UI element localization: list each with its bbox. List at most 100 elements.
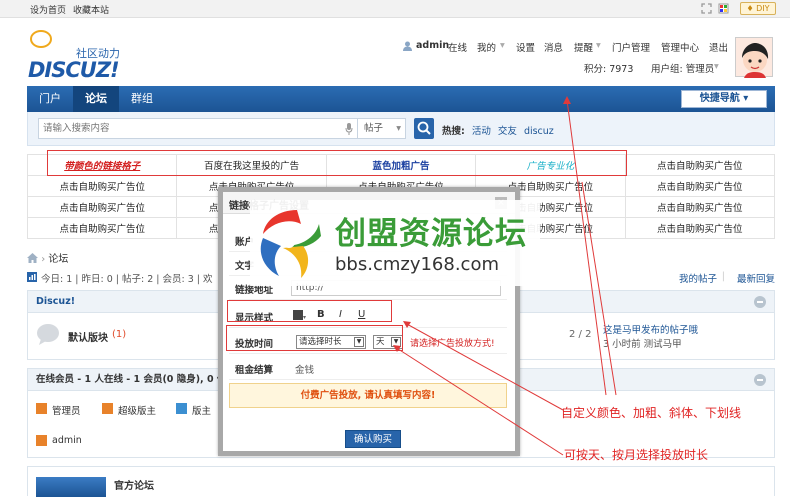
avatar-face-icon	[742, 43, 769, 78]
my-menu[interactable]: 我的	[477, 40, 496, 54]
notices-link[interactable]: 提醒	[574, 40, 593, 54]
watermark-logo-icon	[260, 210, 321, 278]
nav-item-portal[interactable]: 门户	[27, 86, 73, 112]
microphone-icon[interactable]	[345, 123, 353, 135]
ad-buy-slot: 点击自助购买广告位	[657, 161, 743, 172]
user-group[interactable]: 用户组: 管理员	[651, 61, 714, 75]
set-homepage-link[interactable]: 设为首页	[30, 3, 66, 16]
quick-nav-button[interactable]: 快捷导航 ▾	[681, 90, 767, 108]
logo-bubble-icon	[30, 30, 52, 48]
online-member-link[interactable]: admin	[52, 435, 82, 446]
my-menu-caret-icon[interactable]: ▾	[500, 40, 505, 51]
style-palette-icon[interactable]	[718, 3, 729, 14]
ad-cell[interactable]: 点击自助购买广告位	[624, 175, 776, 197]
my-posts-link[interactable]: 我的帖子	[679, 271, 717, 285]
diy-button[interactable]: ♦ DIY	[740, 2, 776, 15]
legend-super-moderator: 超级版主	[118, 406, 157, 417]
annotation-time-note: 可按天、按月选择投放时长	[564, 448, 709, 462]
breadcrumb-separator: ›	[41, 254, 46, 265]
legend-admin: 管理员	[52, 406, 81, 417]
username-link[interactable]: admin	[416, 40, 449, 51]
search-input[interactable]	[39, 119, 329, 138]
admin-role-icon	[36, 403, 47, 414]
search-icon	[417, 121, 431, 135]
hot-search: 热搜: 活动 交友 discuz	[442, 123, 554, 137]
ad-cell[interactable]: 点击自助购买广告位	[624, 154, 776, 176]
site-header: 社区动力 DISCUZ! admin 在线 我的 ▾ 设置 消息 提醒 ▾ 门户…	[0, 18, 790, 86]
highlight-box-style	[227, 300, 392, 322]
payment-method: 金钱	[295, 365, 315, 376]
search-type-label: 帖子	[364, 123, 384, 134]
category-title[interactable]: Discuz!	[36, 296, 75, 307]
paid-ad-notice: 付费广告投放, 请认真填写内容!	[229, 383, 507, 408]
highlight-box-ad-row	[47, 150, 627, 176]
breadcrumb-current[interactable]: 论坛	[48, 254, 68, 265]
breadcrumb: › 论坛	[27, 250, 68, 265]
ad-cell[interactable]: 点击自助购买广告位	[624, 217, 776, 239]
member-role-icon	[36, 435, 47, 446]
search-type-select[interactable]: 帖子 ▾	[358, 118, 406, 139]
super-mod-role-icon	[102, 403, 113, 414]
board-name-link[interactable]: 默认版块	[68, 329, 108, 344]
main-nav: 门户 论坛 群组 快捷导航 ▾	[27, 86, 775, 112]
ad-cell[interactable]: 点击自助购买广告位	[26, 217, 178, 239]
hot-item-friends[interactable]: 交友	[498, 126, 517, 137]
stats-divider: |	[721, 271, 725, 282]
site-logo[interactable]: DISCUZ!	[28, 58, 120, 82]
watermark-url: bbs.cmzy168.com	[335, 254, 500, 275]
collapse-icon[interactable]	[754, 374, 766, 386]
highlight-box-duration	[226, 325, 403, 351]
stats-chart-icon	[27, 272, 37, 282]
label-payment: 租金结算	[235, 365, 274, 376]
board-today-count: (1)	[112, 329, 127, 340]
bookmark-link[interactable]: 收藏本站	[73, 3, 109, 16]
nav-item-forum[interactable]: 论坛	[73, 86, 119, 112]
online-status: 在线	[448, 43, 468, 54]
collapse-icon[interactable]	[754, 296, 766, 308]
online-title: 在线会员 - 1 人在线 - 1 会员(0 隐身), 0 位	[36, 374, 227, 385]
mod-role-icon	[176, 403, 187, 414]
logout-link[interactable]: 退出	[709, 40, 728, 54]
ad-cell[interactable]: 点击自助购买广告位	[26, 196, 178, 218]
confirm-purchase-button[interactable]: 确认购买	[345, 430, 401, 448]
latest-reply-link[interactable]: 最新回复	[737, 271, 775, 285]
search-box	[38, 118, 358, 139]
user-group-caret-icon[interactable]: ▾	[714, 61, 719, 72]
chevron-down-icon: ▾	[396, 123, 401, 134]
hot-search-label: 热搜:	[442, 126, 465, 137]
username: admin	[416, 40, 450, 51]
annotation-style-note: 自定义颜色、加粗、斜体、下划线	[561, 406, 742, 420]
watermark-title: 创盟资源论坛	[335, 216, 527, 252]
messages-link[interactable]: 消息	[544, 40, 563, 54]
last-post-meta: 3 小时前 测试马甲	[603, 339, 682, 350]
stats-text: 今日: 1 | 昨日: 0 | 帖子: 2 | 会员: 3 | 欢	[41, 274, 213, 285]
nav-item-groups[interactable]: 群组	[119, 86, 165, 112]
last-post-link[interactable]: 这是马甲发布的帖子哦	[603, 322, 698, 336]
watermark: 创盟资源论坛 bbs.cmzy168.com	[250, 200, 540, 286]
user-points: 积分: 7973	[584, 64, 634, 75]
ad-cell[interactable]: 点击自助购买广告位	[26, 175, 178, 197]
search-bar: 帖子 ▾ 热搜: 活动 交友 discuz	[27, 112, 775, 146]
admin-center-link[interactable]: 管理中心	[661, 40, 699, 54]
board-thread-ratio: 2 / 2	[569, 329, 592, 340]
official-logo-icon	[36, 477, 106, 497]
search-button[interactable]	[414, 118, 434, 139]
official-forum-title[interactable]: 官方论坛	[114, 477, 154, 492]
hot-item-activity[interactable]: 活动	[472, 126, 491, 137]
ad-cell[interactable]: 点击自助购买广告位	[624, 196, 776, 218]
top-bar: 设为首页 收藏本站 ♦ DIY	[0, 0, 790, 18]
diy-label: DIY	[756, 4, 770, 13]
official-forum-panel: 官方论坛	[27, 466, 775, 497]
legend-moderator: 版主	[192, 406, 212, 417]
hot-item-discuz[interactable]: discuz	[524, 126, 554, 137]
duration-hint: 请选择广告投放方式!	[410, 339, 495, 349]
avatar[interactable]	[735, 37, 773, 78]
home-icon[interactable]	[27, 253, 38, 263]
quick-nav-label: 快捷导航	[699, 93, 740, 104]
notices-caret-icon[interactable]: ▾	[596, 40, 601, 51]
user-icon	[403, 41, 412, 51]
dialog-row-payment: 租金结算 金钱	[229, 356, 507, 380]
fullscreen-icon[interactable]	[701, 3, 712, 14]
portal-admin-link[interactable]: 门户管理	[612, 40, 650, 54]
settings-link[interactable]: 设置	[516, 40, 535, 54]
